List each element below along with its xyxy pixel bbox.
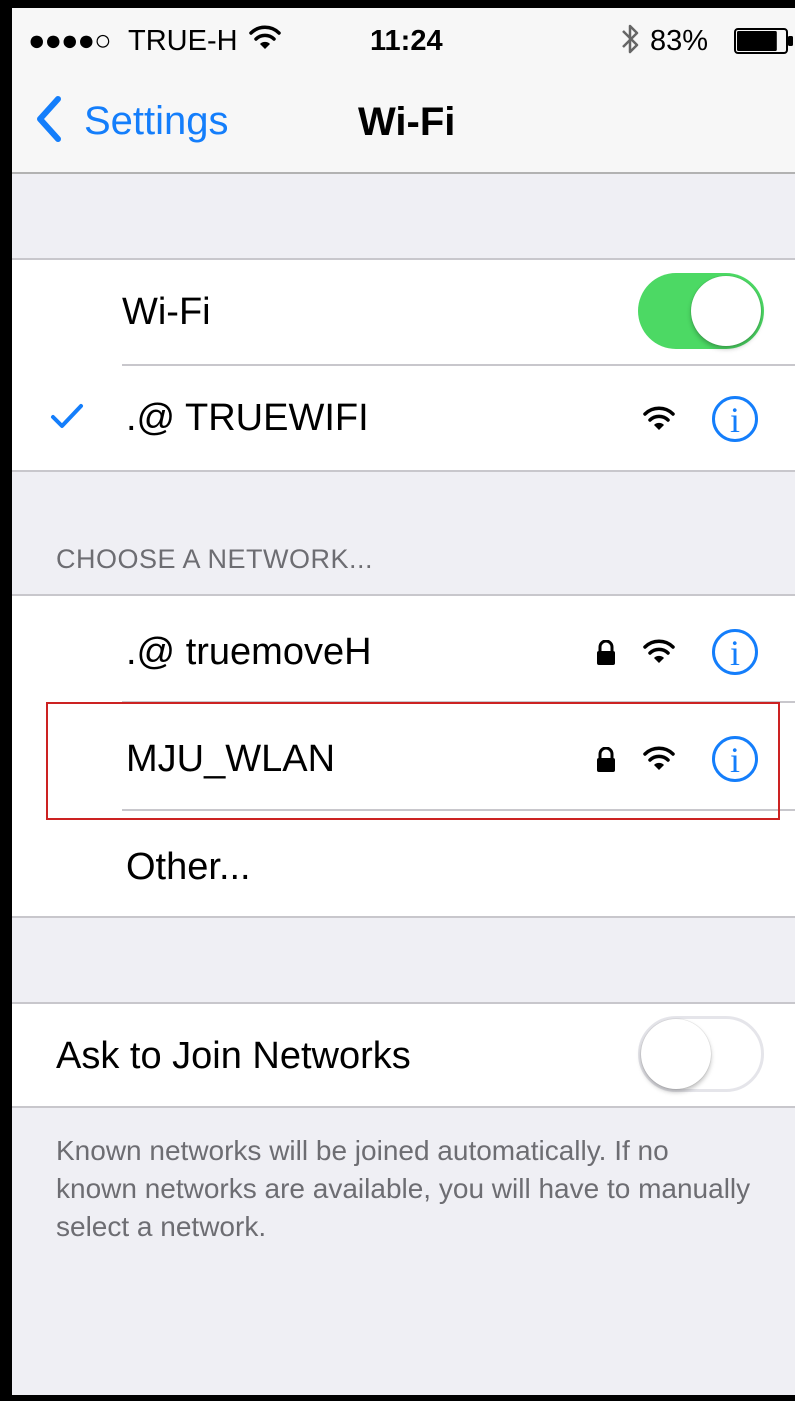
wifi-toggle[interactable] <box>638 273 764 349</box>
phone-screen: ●●●●○ TRUE-H 11:24 83% Settings Wi-Fi Wi… <box>0 0 795 1401</box>
other-network-row[interactable]: Other... <box>12 811 795 915</box>
status-bar: ●●●●○ TRUE-H 11:24 83% <box>12 8 795 70</box>
nav-divider <box>12 172 795 174</box>
lock-icon <box>596 639 616 671</box>
divider <box>12 916 795 918</box>
network-row[interactable]: .@ truemoveH i <box>12 596 795 700</box>
signal-strength: ●●●●○ <box>28 25 112 57</box>
clock: 11:24 <box>370 25 443 57</box>
page-title: Wi-Fi <box>358 100 456 144</box>
divider <box>12 1002 795 1004</box>
battery-percent: 83% <box>650 25 709 57</box>
info-icon[interactable]: i <box>712 396 758 442</box>
ask-to-join-section: Ask to Join Networks <box>12 1002 795 1108</box>
back-button-label: Settings <box>84 98 229 143</box>
other-network-label: Other... <box>126 846 251 888</box>
battery-icon <box>734 28 795 59</box>
wifi-toggle-row: Wi-Fi <box>12 260 795 364</box>
navigation-bar: Settings Wi-Fi <box>12 70 795 172</box>
divider <box>12 1106 795 1108</box>
divider <box>12 470 795 472</box>
connected-network-row[interactable]: .@ TRUEWIFI i <box>12 366 795 470</box>
wifi-signal-icon <box>642 403 676 438</box>
bluetooth-icon <box>620 21 642 62</box>
chevron-left-icon <box>34 95 64 148</box>
wifi-section: Wi-Fi .@ TRUEWIFI i <box>12 258 795 472</box>
wifi-label: Wi-Fi <box>122 291 211 333</box>
wifi-signal-icon <box>642 636 676 671</box>
checkmark-icon <box>50 402 84 435</box>
back-button[interactable]: Settings <box>34 94 229 148</box>
wifi-status-icon <box>248 22 282 57</box>
connected-network-name: .@ TRUEWIFI <box>126 397 369 439</box>
info-icon[interactable]: i <box>712 629 758 675</box>
ask-to-join-toggle[interactable] <box>638 1016 764 1092</box>
highlight-box <box>46 702 780 820</box>
carrier-name: TRUE-H <box>128 25 238 57</box>
ask-to-join-footer: Known networks will be joined automatica… <box>56 1135 751 1242</box>
section-header: CHOOSE A NETWORK... <box>56 544 374 574</box>
network-name: .@ truemoveH <box>126 631 372 673</box>
ask-to-join-label: Ask to Join Networks <box>56 1035 411 1077</box>
